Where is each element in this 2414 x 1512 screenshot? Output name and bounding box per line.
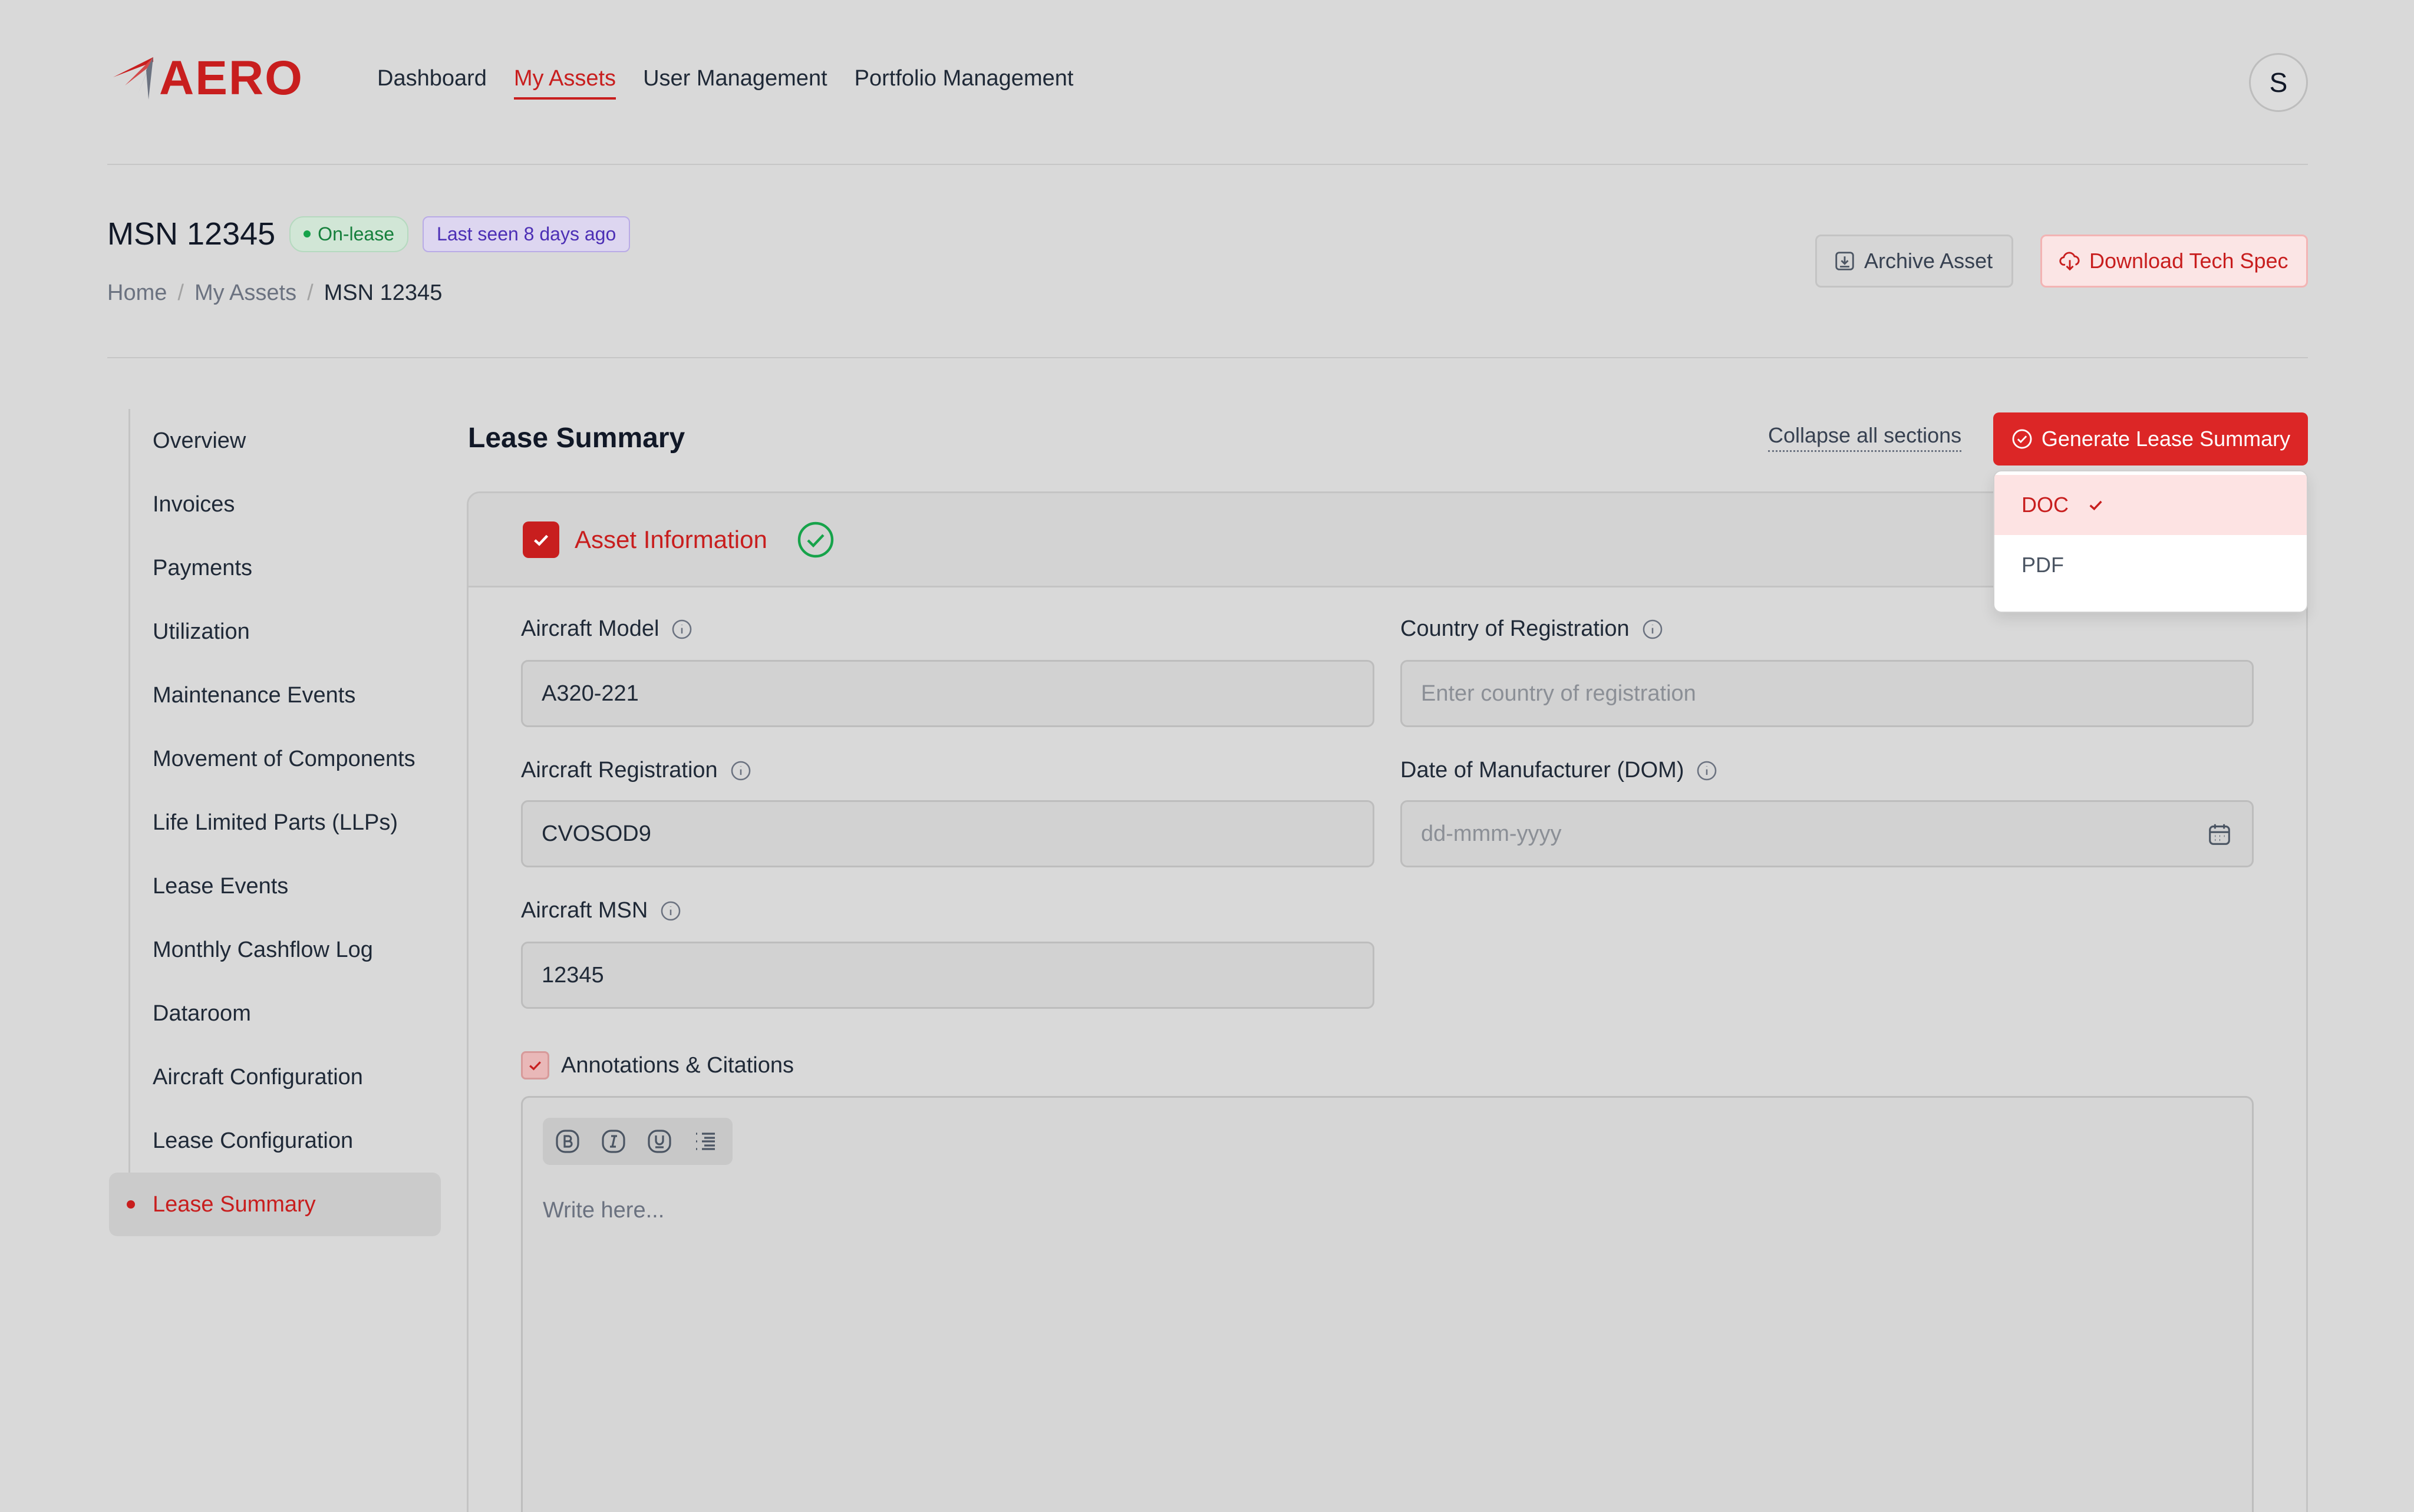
country-label-text: Country of Registration	[1400, 616, 1630, 641]
sidebar-item-maintenance-events[interactable]: Maintenance Events	[130, 663, 441, 727]
aircraft-model-label: Aircraft Model	[521, 616, 693, 642]
list-icon[interactable]	[691, 1127, 720, 1156]
status-badge: On-lease	[289, 216, 409, 252]
sidebar-item-overview[interactable]: Overview	[130, 409, 441, 473]
archive-asset-button[interactable]: Archive Asset	[1815, 235, 2013, 288]
download-tech-spec-label: Download Tech Spec	[2089, 249, 2288, 273]
dropdown-option-doc-label: DOC	[2021, 493, 2069, 517]
info-icon[interactable]	[1696, 760, 1718, 782]
country-label: Country of Registration	[1400, 616, 1664, 642]
section-checkbox[interactable]	[523, 521, 559, 558]
sidebar-item-movement-of-components[interactable]: Movement of Components	[130, 727, 441, 791]
dom-input[interactable]: dd-mmm-yyyy	[1400, 800, 2254, 867]
annotations-label: Annotations & Citations	[561, 1052, 794, 1078]
app-logo[interactable]: AERO	[107, 54, 304, 103]
download-cloud-icon	[2059, 252, 2080, 271]
section-title: Asset Information	[575, 525, 767, 553]
last-seen-badge: Last seen 8 days ago	[423, 216, 631, 252]
download-tech-spec-button[interactable]: Download Tech Spec	[2040, 235, 2308, 288]
archive-icon	[1835, 252, 1854, 270]
editor-placeholder: Write here...	[543, 1198, 665, 1223]
generate-lease-summary-label: Generate Lease Summary	[2041, 427, 2291, 451]
editor-toolbar	[543, 1118, 733, 1165]
collapse-all-link[interactable]: Collapse all sections	[1768, 423, 1962, 452]
check-circle-icon	[2012, 429, 2032, 449]
calendar-icon[interactable]	[2206, 821, 2233, 848]
breadcrumb-my-assets[interactable]: My Assets	[194, 280, 296, 306]
country-input[interactable]: Enter country of registration	[1400, 660, 2254, 727]
nav-user-management[interactable]: User Management	[643, 66, 827, 100]
main-nav: Dashboard My Assets User Management Port…	[377, 66, 1073, 100]
aircraft-msn-label-text: Aircraft MSN	[521, 898, 648, 923]
header-divider	[107, 164, 2308, 165]
dom-placeholder: dd-mmm-yyyy	[1421, 821, 1562, 846]
annotations-checkbox[interactable]	[521, 1051, 549, 1079]
dropdown-option-pdf-label: PDF	[2021, 553, 2064, 577]
page-title: MSN 12345	[107, 216, 276, 252]
nav-my-assets[interactable]: My Assets	[513, 66, 616, 100]
dropdown-option-pdf[interactable]: PDF	[1994, 535, 2307, 595]
sidebar-item-aircraft-configuration[interactable]: Aircraft Configuration	[130, 1045, 441, 1109]
breadcrumb-separator: /	[177, 280, 184, 305]
aircraft-registration-input[interactable]: CVOSOD9	[521, 800, 1374, 867]
logo-wing-icon	[113, 57, 153, 100]
breadcrumb-home[interactable]: Home	[107, 280, 167, 306]
sidebar-item-monthly-cashflow-log[interactable]: Monthly Cashflow Log	[130, 918, 441, 982]
check-icon	[2089, 500, 2102, 511]
asset-sidebar: Overview Invoices Payments Utilization M…	[109, 409, 441, 1236]
status-badge-label: On-lease	[318, 223, 395, 245]
sidebar-item-utilization[interactable]: Utilization	[130, 600, 441, 663]
bold-icon[interactable]	[553, 1127, 582, 1156]
format-dropdown: DOC PDF	[1993, 470, 2308, 613]
info-icon[interactable]	[671, 618, 693, 641]
aircraft-msn-label: Aircraft MSN	[521, 898, 682, 923]
dropdown-option-doc[interactable]: DOC	[1994, 475, 2307, 535]
complete-check-icon	[797, 521, 834, 557]
sidebar-item-lease-summary[interactable]: Lease Summary	[109, 1173, 441, 1236]
nav-dashboard[interactable]: Dashboard	[377, 66, 487, 100]
asset-header: MSN 12345 On-lease Last seen 8 days ago	[107, 216, 631, 252]
annotations-editor[interactable]: Write here...	[521, 1096, 2254, 1512]
checkmark-icon	[533, 534, 549, 546]
aircraft-msn-input[interactable]: 12345	[521, 942, 1374, 1009]
nav-portfolio-management[interactable]: Portfolio Management	[855, 66, 1074, 100]
archive-asset-label: Archive Asset	[1864, 249, 1993, 273]
dom-label-text: Date of Manufacturer (DOM)	[1400, 758, 1684, 783]
info-icon[interactable]	[730, 760, 752, 782]
breadcrumb: Home / My Assets / MSN 12345	[107, 280, 442, 306]
italic-icon[interactable]	[599, 1127, 628, 1156]
annotations-toggle[interactable]: Annotations & Citations	[521, 1051, 794, 1079]
checkmark-icon	[529, 1061, 541, 1071]
aircraft-model-label-text: Aircraft Model	[521, 616, 659, 641]
sidebar-item-llps[interactable]: Life Limited Parts (LLPs)	[130, 791, 441, 854]
aircraft-registration-label: Aircraft Registration	[521, 758, 752, 783]
aircraft-model-input[interactable]: A320-221	[521, 660, 1374, 727]
info-icon[interactable]	[1641, 618, 1664, 641]
info-icon[interactable]	[659, 900, 682, 922]
breadcrumb-current: MSN 12345	[324, 280, 443, 305]
sidebar-item-payments[interactable]: Payments	[130, 536, 441, 600]
sidebar-item-lease-events[interactable]: Lease Events	[130, 854, 441, 918]
section-divider	[107, 357, 2308, 358]
status-dot-icon	[304, 230, 311, 237]
aircraft-registration-label-text: Aircraft Registration	[521, 758, 718, 783]
user-avatar[interactable]: S	[2249, 53, 2308, 112]
logo-text: AERO	[159, 51, 304, 105]
sidebar-item-lease-configuration[interactable]: Lease Configuration	[130, 1109, 441, 1173]
sidebar-item-invoices[interactable]: Invoices	[130, 473, 441, 536]
lease-summary-title: Lease Summary	[468, 422, 685, 454]
underline-icon[interactable]	[645, 1127, 674, 1156]
dom-label: Date of Manufacturer (DOM)	[1400, 758, 1718, 783]
breadcrumb-separator: /	[307, 280, 314, 305]
sidebar-item-dataroom[interactable]: Dataroom	[130, 982, 441, 1045]
generate-lease-summary-button[interactable]: Generate Lease Summary	[1993, 412, 2308, 466]
